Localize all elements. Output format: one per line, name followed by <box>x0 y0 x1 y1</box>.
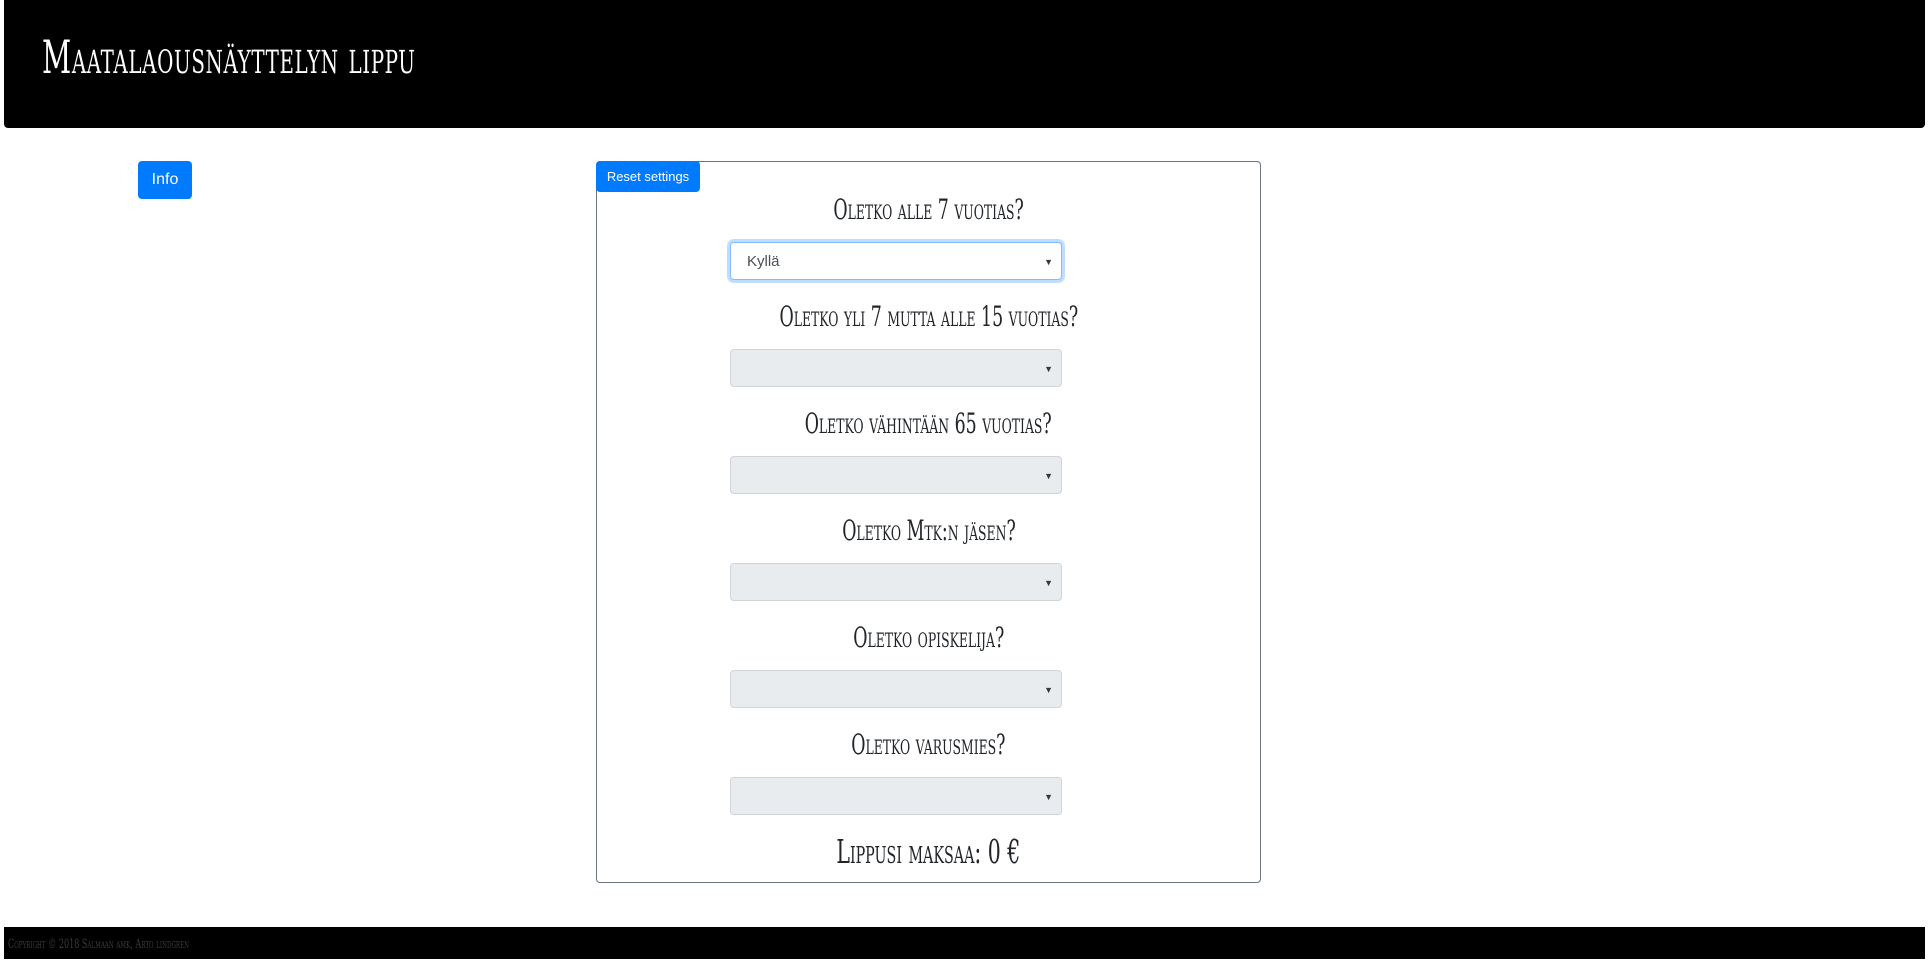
page: Maatalaousnäyttelyn lippu Info Reset set… <box>0 0 1928 966</box>
header-bar: Maatalaousnäyttelyn lippu <box>4 0 1925 128</box>
question-conscript-label: Oletko varusmies? <box>851 728 1006 761</box>
caret-down-icon: ▼ <box>1044 471 1053 481</box>
caret-down-icon: ▼ <box>1044 578 1053 588</box>
under-7-select[interactable]: Kyllä ▼ <box>730 242 1062 280</box>
caret-down-icon: ▼ <box>1044 685 1053 695</box>
question-under-7-label: Oletko alle 7 vuotias? <box>833 193 1024 226</box>
select-value: Kyllä <box>747 253 780 270</box>
ticket-price: Lippusi maksaa: 0 € <box>836 832 1021 871</box>
copyright-text: Copyright © 2018 Salmaan amk, Arto lindg… <box>8 937 190 952</box>
question-student-label: Oletko opiskelija? <box>853 621 1004 654</box>
footer-bar: Copyright © 2018 Salmaan amk, Arto lindg… <box>4 927 1925 959</box>
age-7-to-15-select[interactable]: ▼ <box>730 349 1062 387</box>
question-7-to-15-label: Oletko yli 7 mutta alle 15 vuotias? <box>779 300 1078 333</box>
over-65-select[interactable]: ▼ <box>730 456 1062 494</box>
caret-down-icon: ▼ <box>1044 364 1053 374</box>
student-select[interactable]: ▼ <box>730 670 1062 708</box>
reset-settings-button[interactable]: Reset settings <box>596 161 700 192</box>
question-over-65-label: Oletko vähintään 65 vuotias? <box>804 407 1053 440</box>
info-button[interactable]: Info <box>138 161 192 199</box>
caret-down-icon: ▼ <box>1044 792 1053 802</box>
mtk-member-select[interactable]: ▼ <box>730 563 1062 601</box>
question-mtk-member-label: Oletko Mtk:n jäsen? <box>841 514 1016 547</box>
page-title: Maatalaousnäyttelyn lippu <box>42 30 416 84</box>
ticket-form: Reset settings Oletko alle 7 vuotias? Ky… <box>596 161 1261 883</box>
caret-down-icon: ▼ <box>1044 257 1053 267</box>
conscript-select[interactable]: ▼ <box>730 777 1062 815</box>
